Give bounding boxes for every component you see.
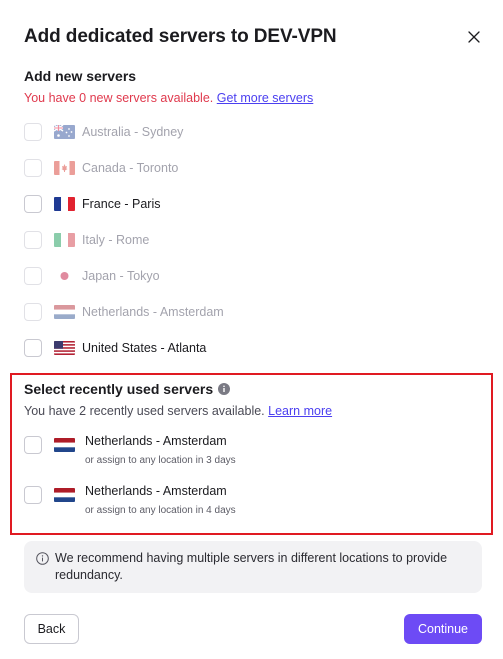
australia-flag-icon [54,125,75,139]
server-option-australia-sydney[interactable]: Australia - Sydney [24,122,183,142]
recent-servers-availability: You have 2 recently used servers availab… [24,404,332,418]
netherlands-flag-icon [54,305,75,319]
new-servers-availability-text: You have 0 new servers available. [24,91,214,105]
recent-server-option[interactable]: Netherlands - Amsterdam or assign to any… [24,484,324,524]
server-checkbox[interactable] [24,339,42,357]
add-servers-dialog: Add dedicated servers to DEV-VPN Add new… [0,0,503,659]
server-label: Australia - Sydney [82,125,184,139]
japan-flag-icon [54,269,75,283]
server-label: Italy - Rome [82,233,150,247]
server-label: Netherlands - Amsterdam [82,305,224,319]
server-label: United States - Atlanta [82,341,207,355]
dialog-title: Add dedicated servers to DEV-VPN [24,26,337,47]
recent-servers-heading-text: Select recently used servers [24,381,214,397]
info-outline-icon [36,552,49,565]
server-option-japan-tokyo[interactable]: Japan - Tokyo [24,266,160,286]
continue-button[interactable]: Continue [404,614,482,644]
server-label: Netherlands - Amsterdam [85,484,227,498]
server-option-france-paris[interactable]: France - Paris [24,194,161,214]
notice-text: We recommend having multiple servers in … [55,551,448,582]
server-checkbox[interactable] [24,231,42,249]
server-checkbox[interactable] [24,123,42,141]
server-label: Netherlands - Amsterdam [85,434,227,448]
close-button[interactable] [464,27,484,47]
server-option-italy-rome[interactable]: Italy - Rome [24,230,149,250]
netherlands-flag-icon [54,438,75,452]
us-flag-icon [54,341,75,355]
server-label: Japan - Tokyo [82,269,160,283]
close-icon [468,31,480,43]
server-checkbox[interactable] [24,436,42,454]
france-flag-icon [54,197,75,211]
server-checkbox[interactable] [24,159,42,177]
server-checkbox[interactable] [24,195,42,213]
server-label: France - Paris [82,197,161,211]
server-option-netherlands-amsterdam[interactable]: Netherlands - Amsterdam [24,302,224,322]
new-servers-availability: You have 0 new servers available. Get mo… [24,91,313,105]
server-checkbox[interactable] [24,486,42,504]
learn-more-link[interactable]: Learn more [268,404,332,418]
server-label: Canada - Toronto [82,161,179,175]
netherlands-flag-icon [54,488,75,502]
redundancy-notice: We recommend having multiple servers in … [24,541,482,593]
get-more-servers-link[interactable]: Get more servers [217,91,314,105]
back-button[interactable]: Back [24,614,79,644]
italy-flag-icon [54,233,75,247]
server-subtitle: or assign to any location in 3 days [85,455,236,466]
server-option-united-states-atlanta[interactable]: United States - Atlanta [24,338,206,358]
server-checkbox[interactable] [24,303,42,321]
new-servers-heading: Add new servers [24,68,137,84]
server-subtitle: or assign to any location in 4 days [85,505,236,516]
server-checkbox[interactable] [24,267,42,285]
recent-servers-heading: Select recently used servers [24,381,231,397]
recent-servers-availability-text: You have 2 recently used servers availab… [24,404,265,418]
recent-server-option[interactable]: Netherlands - Amsterdam or assign to any… [24,434,324,474]
info-icon[interactable] [218,383,231,395]
server-option-canada-toronto[interactable]: Canada - Toronto [24,158,178,178]
canada-flag-icon [54,161,75,175]
